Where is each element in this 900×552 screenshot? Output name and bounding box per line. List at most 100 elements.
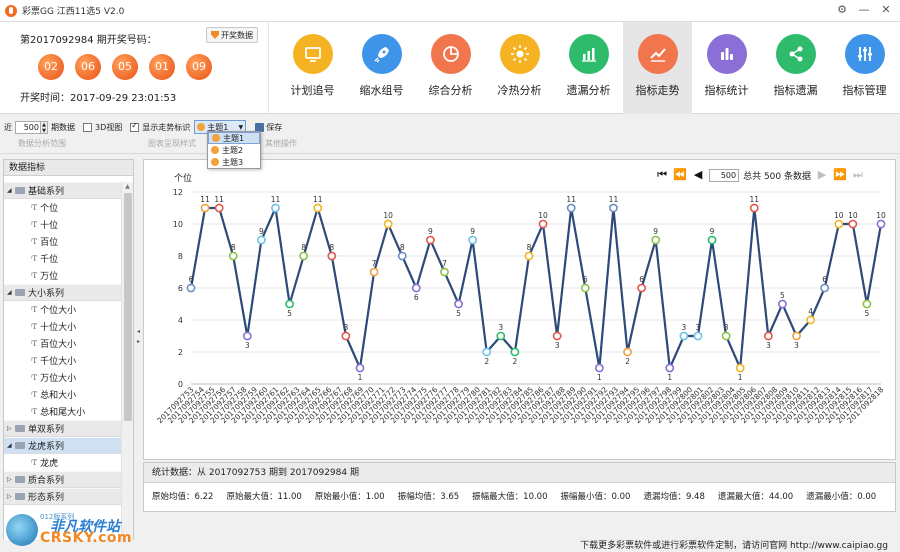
expanded-arrow-icon[interactable]: ◢	[7, 289, 15, 296]
watermark: 012版系列 非凡软件站 CRSKY.com	[6, 512, 132, 550]
tree-leaf[interactable]: ⁱT 百位	[4, 233, 121, 250]
page-size-input[interactable]: 500	[709, 168, 740, 182]
y-tick-label: 2	[178, 348, 183, 357]
data-label: 3	[344, 323, 349, 332]
tree-leaf-label: 个位大小	[40, 306, 77, 316]
first-page-icon[interactable]: ⏮	[655, 168, 669, 182]
stat-item: 遗漏均值：9.48	[643, 492, 705, 502]
tree-leaf[interactable]: ⁱT 万位大小	[4, 369, 121, 386]
close-button[interactable]: ✕	[878, 2, 894, 18]
save-button[interactable]: 保存	[266, 122, 282, 133]
gear-icon[interactable]: ⚙	[834, 2, 850, 18]
tree-leaf[interactable]: ⁱT 龙虎	[4, 454, 121, 471]
nav-item[interactable]: 缩水组号	[347, 22, 416, 114]
splitter-grip-icon[interactable]: ◂ ▸	[136, 327, 141, 357]
nav-item[interactable]: 综合分析	[416, 22, 485, 114]
nav-item[interactable]: 指标统计	[692, 22, 761, 114]
collapsed-arrow-icon[interactable]: ▷	[7, 493, 15, 500]
next-page-icon[interactable]: ▶	[815, 168, 829, 182]
status-bar: 下载更多彩票软件或进行彩票软件定制，请访问官网 http://www.caipi…	[0, 540, 900, 552]
nav-item[interactable]: 计划追号	[278, 22, 347, 114]
tree-leaf[interactable]: ⁱT 千位大小	[4, 352, 121, 369]
nav-label: 指标管理	[842, 84, 887, 97]
recent-count-input[interactable]: 500	[15, 120, 41, 134]
data-label: 11	[200, 195, 210, 204]
tree-group[interactable]: ▷ 单双系列	[4, 420, 121, 437]
data-point	[623, 347, 632, 357]
tree-leaf[interactable]: ⁱT 总和尾大小	[4, 403, 121, 420]
nav-item[interactable]: 遗漏分析	[554, 22, 623, 114]
y-tick-label: 8	[178, 252, 183, 261]
theme-icon	[211, 158, 219, 166]
folder-icon	[15, 493, 25, 500]
y-tick-label: 12	[173, 188, 183, 197]
tree-group[interactable]: ▷ 形态系列	[4, 488, 121, 505]
nav-item[interactable]: 冷热分析	[485, 22, 554, 114]
nav-item[interactable]: 指标走势	[623, 22, 692, 114]
tree-leaf-label: 千位大小	[40, 357, 77, 367]
last-page-icon[interactable]: ⏭	[851, 168, 865, 182]
tree-group-label: 基础系列	[28, 187, 65, 197]
stat-item: 原始最大值：11.00	[226, 492, 302, 502]
tree-group[interactable]: ◢ 大小系列	[4, 284, 121, 301]
tree-leaf[interactable]: ⁱT 个位大小	[4, 301, 121, 318]
data-point	[214, 203, 224, 213]
tree-group[interactable]: ◢ 基础系列	[4, 182, 121, 199]
prev-page-icon[interactable]: ◀	[691, 168, 705, 182]
indicator-icon: ⁱT	[31, 390, 38, 399]
data-point	[580, 283, 590, 293]
tree-group-label: 龙虎系列	[28, 442, 65, 452]
theme-option[interactable]: 主题3	[208, 156, 260, 168]
tree-leaf[interactable]: ⁱT 千位	[4, 250, 121, 267]
theme-option[interactable]: 主题2	[208, 144, 260, 156]
data-point	[397, 251, 407, 261]
data-label: 3	[794, 341, 799, 350]
next-fast-icon[interactable]: ⏩	[833, 168, 847, 182]
tree-leaf-label: 十位	[40, 221, 59, 231]
tree-leaf[interactable]: ⁱT 十位大小	[4, 318, 121, 335]
view3d-checkbox[interactable]	[83, 122, 92, 132]
collapsed-arrow-icon[interactable]: ▷	[7, 476, 15, 483]
nav-item[interactable]: 指标管理	[830, 22, 899, 114]
tree-leaf[interactable]: ⁱT 总和大小	[4, 386, 121, 403]
folder-icon	[15, 289, 25, 296]
tree-leaf[interactable]: ⁱT 个位	[4, 199, 121, 216]
prev-fast-icon[interactable]: ⏪	[673, 168, 687, 182]
theme-icon	[197, 123, 206, 131]
expanded-arrow-icon[interactable]: ◢	[7, 442, 15, 449]
tree-leaf[interactable]: ⁱT 万位	[4, 267, 121, 284]
scroll-up-icon[interactable]: ▲	[122, 182, 133, 192]
nav-label: 缩水组号	[359, 84, 404, 97]
data-point	[496, 331, 506, 341]
show-trend-checkbox[interactable]	[130, 121, 140, 132]
data-point	[327, 251, 337, 261]
scroll-thumb[interactable]	[124, 193, 132, 421]
collapsed-arrow-icon[interactable]: ▷	[7, 425, 15, 432]
tree-leaf-label: 百位大小	[40, 340, 77, 350]
data-label: 2	[512, 357, 517, 366]
open-data-button[interactable]: 开奖数据	[206, 27, 258, 43]
tree-leaf[interactable]: ⁱT 十位	[4, 216, 121, 233]
theme-option[interactable]: 主题1	[208, 132, 260, 144]
tree-leaf[interactable]: ⁱT 百位大小	[4, 335, 121, 352]
data-point	[707, 235, 717, 245]
data-point	[524, 251, 534, 261]
tree-group[interactable]: ◢ 龙虎系列	[4, 437, 121, 454]
recent-count-stepper[interactable]: ▲ ▼	[41, 120, 48, 134]
status-text[interactable]: 下载更多彩票软件或进行彩票软件定制，请访问官网 http://www.caipi…	[580, 540, 888, 552]
data-point	[820, 283, 830, 293]
stats-row: 原始均值：6.22 原始最大值：11.00 原始最小值：1.00 振幅均值：3.…	[152, 490, 889, 502]
tree-group-label: 单双系列	[28, 425, 65, 435]
tree-scrollbar[interactable]: ▲ ▼	[121, 182, 133, 548]
toolbar: 近 500 ▲▼ 期数据 3D视图 显示走势标识 主题1 ▼ 保存 数据分析范围…	[0, 114, 900, 154]
indicator-icon: ⁱT	[31, 356, 38, 365]
nav-item[interactable]: 指标遗漏	[761, 22, 830, 114]
expanded-arrow-icon[interactable]: ◢	[7, 187, 15, 194]
data-point	[552, 331, 562, 341]
trend-chart: 0246810122017092753201709275420170927552…	[155, 188, 886, 425]
tree-leaf-label: 十位大小	[40, 323, 77, 333]
minimize-button[interactable]: —	[856, 2, 872, 18]
panel-splitter[interactable]: ◂ ▸	[135, 159, 142, 547]
data-point	[482, 347, 492, 357]
tree-group[interactable]: ▷ 质合系列	[4, 471, 121, 488]
